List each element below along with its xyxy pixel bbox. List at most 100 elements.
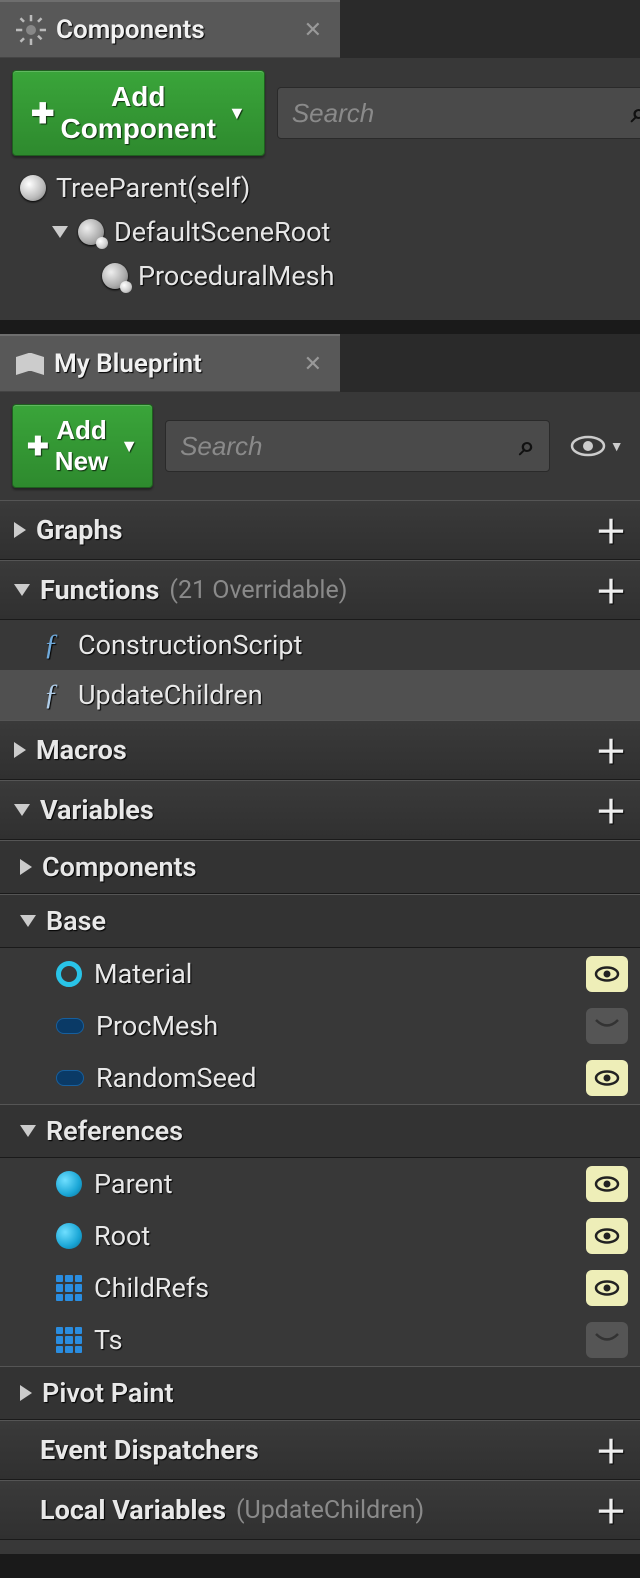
myblueprint-search-input[interactable] bbox=[180, 431, 519, 462]
section-variables[interactable]: Variables ＋ bbox=[0, 780, 640, 840]
function-icon: ƒ bbox=[36, 678, 66, 712]
section-dispatchers-title: Event Dispatchers bbox=[40, 1434, 259, 1466]
myblueprint-tab-title: My Blueprint bbox=[54, 349, 202, 379]
visibility-toggle[interactable] bbox=[586, 1060, 628, 1096]
section-functions[interactable]: Functions (21 Overridable) ＋ bbox=[0, 560, 640, 620]
gear-icon bbox=[16, 15, 46, 45]
object-type-icon bbox=[56, 1018, 84, 1034]
section-variables-title: Variables bbox=[40, 794, 154, 826]
var-randomseed-label: RandomSeed bbox=[96, 1062, 256, 1094]
myblueprint-tab-row: My Blueprint ✕ bbox=[0, 334, 640, 392]
components-panel: Components ✕ ✚ Add Component ▼ ⌕ TreePar… bbox=[0, 0, 640, 320]
myblueprint-search[interactable]: ⌕ bbox=[165, 420, 550, 472]
var-randomseed[interactable]: RandomSeed bbox=[0, 1052, 640, 1104]
myblueprint-tab[interactable]: My Blueprint ✕ bbox=[0, 334, 340, 392]
eye-icon bbox=[570, 434, 606, 458]
add-component-button[interactable]: ✚ Add Component ▼ bbox=[12, 70, 265, 156]
category-base-title: Base bbox=[46, 905, 106, 937]
actor-type-icon bbox=[56, 1171, 82, 1197]
add-macro-button[interactable]: ＋ bbox=[592, 731, 630, 769]
add-function-button[interactable]: ＋ bbox=[592, 571, 630, 609]
chevron-right-icon[interactable] bbox=[14, 522, 26, 538]
var-parent-label: Parent bbox=[94, 1168, 173, 1200]
add-graph-button[interactable]: ＋ bbox=[592, 511, 630, 549]
chevron-right-icon[interactable] bbox=[20, 1385, 32, 1401]
visibility-toggle[interactable] bbox=[586, 1218, 628, 1254]
components-search-input[interactable] bbox=[292, 98, 631, 129]
add-variable-button[interactable]: ＋ bbox=[592, 791, 630, 829]
plus-icon: ✚ bbox=[27, 431, 49, 462]
chevron-right-icon[interactable] bbox=[20, 859, 32, 875]
chevron-down-icon[interactable] bbox=[52, 226, 68, 238]
add-dispatcher-button[interactable]: ＋ bbox=[592, 1431, 630, 1469]
myblueprint-body: ✚ Add New ▼ ⌕ ▼ bbox=[0, 392, 640, 488]
var-procmesh-label: ProcMesh bbox=[96, 1010, 218, 1042]
function-constructionscript[interactable]: ƒ ConstructionScript bbox=[0, 620, 640, 670]
chevron-down-icon[interactable] bbox=[20, 915, 36, 927]
add-component-label: Add Component bbox=[60, 81, 216, 145]
search-icon: ⌕ bbox=[631, 96, 640, 130]
visibility-toggle[interactable] bbox=[586, 1008, 628, 1044]
var-root-label: Root bbox=[94, 1220, 150, 1252]
section-event-dispatchers[interactable]: Event Dispatchers ＋ bbox=[0, 1420, 640, 1480]
category-pivot-paint[interactable]: Pivot Paint bbox=[0, 1366, 640, 1420]
visibility-toggle[interactable] bbox=[586, 1270, 628, 1306]
var-ts-label: Ts bbox=[94, 1324, 123, 1356]
components-tab[interactable]: Components ✕ bbox=[0, 0, 340, 58]
tree-procmesh[interactable]: ProceduralMesh bbox=[16, 254, 624, 298]
category-pivot-title: Pivot Paint bbox=[42, 1377, 174, 1409]
chevron-down-icon: ▼ bbox=[610, 438, 624, 455]
function-updatechildren-label: UpdateChildren bbox=[78, 679, 263, 711]
array-type-icon bbox=[56, 1327, 82, 1353]
visibility-toggle[interactable] bbox=[586, 1322, 628, 1358]
category-references[interactable]: References bbox=[0, 1104, 640, 1158]
material-type-icon bbox=[56, 961, 82, 987]
var-material-label: Material bbox=[94, 958, 192, 990]
add-localvar-button[interactable]: ＋ bbox=[592, 1491, 630, 1529]
close-icon[interactable]: ✕ bbox=[304, 18, 322, 43]
section-macros-title: Macros bbox=[36, 734, 127, 766]
add-new-button[interactable]: ✚ Add New ▼ bbox=[12, 404, 153, 488]
tree-root-self[interactable]: TreeParent(self) bbox=[16, 166, 624, 210]
chevron-down-icon[interactable] bbox=[14, 584, 30, 596]
book-icon bbox=[16, 353, 44, 375]
components-search[interactable]: ⌕ bbox=[277, 87, 640, 139]
var-procmesh[interactable]: ProcMesh bbox=[0, 1000, 640, 1052]
tree-scene-root[interactable]: DefaultSceneRoot bbox=[16, 210, 624, 254]
plus-icon: ✚ bbox=[31, 97, 54, 130]
chevron-down-icon[interactable] bbox=[20, 1125, 36, 1137]
category-references-title: References bbox=[46, 1115, 183, 1147]
function-updatechildren[interactable]: ƒ UpdateChildren bbox=[0, 670, 640, 720]
var-ts[interactable]: Ts bbox=[0, 1314, 640, 1366]
section-graphs-title: Graphs bbox=[36, 514, 122, 546]
chevron-down-icon: ▼ bbox=[228, 103, 246, 124]
section-local-variables[interactable]: Local Variables (UpdateChildren) ＋ bbox=[0, 1480, 640, 1540]
var-childrefs-label: ChildRefs bbox=[94, 1272, 209, 1304]
object-type-icon bbox=[56, 1070, 84, 1086]
chevron-down-icon[interactable] bbox=[14, 804, 30, 816]
close-icon[interactable]: ✕ bbox=[304, 352, 322, 377]
section-macros[interactable]: Macros ＋ bbox=[0, 720, 640, 780]
var-material[interactable]: Material bbox=[0, 948, 640, 1000]
var-childrefs[interactable]: ChildRefs bbox=[0, 1262, 640, 1314]
tree-root-label: TreeParent(self) bbox=[56, 172, 250, 204]
localvars-context: (UpdateChildren) bbox=[236, 1496, 424, 1525]
myblueprint-panel: My Blueprint ✕ ✚ Add New ▼ ⌕ ▼ Graphs ＋ bbox=[0, 334, 640, 1554]
section-graphs[interactable]: Graphs ＋ bbox=[0, 500, 640, 560]
section-localvars-title: Local Variables bbox=[40, 1494, 226, 1526]
var-root[interactable]: Root bbox=[0, 1210, 640, 1262]
category-base[interactable]: Base bbox=[0, 894, 640, 948]
components-body: ✚ Add Component ▼ ⌕ TreeParent(self) Def… bbox=[0, 58, 640, 306]
visibility-toggle[interactable] bbox=[586, 956, 628, 992]
category-components[interactable]: Components bbox=[0, 840, 640, 894]
var-parent[interactable]: Parent bbox=[0, 1158, 640, 1210]
scene-component-icon bbox=[102, 263, 128, 289]
tree-procmesh-label: ProceduralMesh bbox=[138, 260, 334, 292]
category-components-title: Components bbox=[42, 851, 197, 883]
components-tab-title: Components bbox=[56, 15, 205, 45]
chevron-down-icon: ▼ bbox=[120, 436, 138, 457]
visibility-toggle[interactable] bbox=[586, 1166, 628, 1202]
function-constructionscript-label: ConstructionScript bbox=[78, 629, 302, 661]
chevron-right-icon[interactable] bbox=[14, 742, 26, 758]
view-options-button[interactable]: ▼ bbox=[562, 434, 632, 458]
